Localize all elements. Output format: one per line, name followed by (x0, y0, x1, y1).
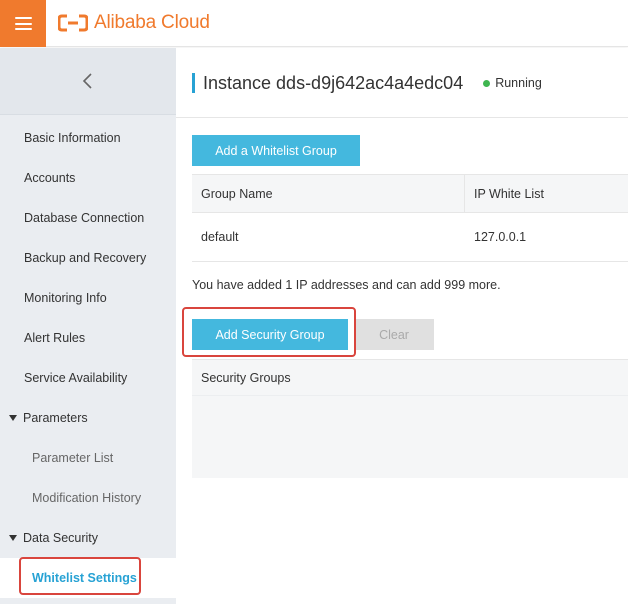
status-indicator: Running (483, 76, 542, 90)
sidebar-item-monitoring-info[interactable]: Monitoring Info (0, 278, 176, 318)
add-security-group-button[interactable]: Add Security Group (192, 319, 348, 350)
ip-white-list-cell: 127.0.0.1 (474, 230, 527, 244)
column-header-group-name: Group Name (201, 186, 273, 201)
whitelist-table: Group Name IP White List default 127.0.0… (192, 174, 628, 262)
add-whitelist-group-button[interactable]: Add a Whitelist Group (192, 135, 360, 166)
security-groups-panel: Security Groups (192, 359, 628, 478)
title-accent-bar (192, 73, 195, 93)
page-header: Instance dds-d9j642ac4a4edc04 Running (192, 72, 542, 94)
caret-down-icon (9, 535, 17, 541)
sidebar-group-data-security[interactable]: Data Security (0, 518, 176, 558)
caret-down-icon (9, 415, 17, 421)
page-title: Instance dds-d9j642ac4a4edc04 (203, 72, 464, 93)
status-text: Running (495, 76, 542, 90)
sidebar-item-parameter-list[interactable]: Parameter List (0, 438, 176, 478)
sidebar-item-basic-information[interactable]: Basic Information (0, 118, 176, 158)
header-divider (176, 117, 628, 118)
table-row: default 127.0.0.1 (192, 213, 628, 262)
sidebar-group-parameters[interactable]: Parameters (0, 398, 176, 438)
ip-quota-info: You have added 1 IP addresses and can ad… (192, 278, 501, 292)
sidebar-item-database-connection[interactable]: Database Connection (0, 198, 176, 238)
hamburger-icon[interactable] (0, 0, 46, 47)
alibaba-cloud-logo-icon (58, 14, 88, 32)
sidebar-item-alert-rules[interactable]: Alert Rules (0, 318, 176, 358)
sidebar-item-service-availability[interactable]: Service Availability (0, 358, 176, 398)
sidebar-item-accounts[interactable]: Accounts (0, 158, 176, 198)
back-button[interactable] (0, 48, 176, 115)
status-dot-icon (483, 79, 491, 87)
top-bar: Alibaba Cloud (0, 0, 628, 47)
group-name-cell: default (201, 230, 239, 244)
brand-logo[interactable]: Alibaba Cloud (58, 10, 210, 36)
sidebar: Basic Information Accounts Database Conn… (0, 48, 176, 604)
sidebar-item-modification-history[interactable]: Modification History (0, 478, 176, 518)
security-groups-header: Security Groups (192, 360, 628, 396)
brand-name: Alibaba Cloud (94, 12, 210, 33)
chevron-left-icon (82, 73, 92, 89)
table-header: Group Name IP White List (192, 175, 628, 213)
sidebar-item-whitelist-settings[interactable]: Whitelist Settings (0, 558, 176, 598)
column-header-ip-white-list: IP White List (464, 175, 628, 212)
clear-button[interactable]: Clear (354, 319, 434, 350)
main-content: Instance dds-d9j642ac4a4edc04 Running Ad… (176, 48, 628, 604)
sidebar-item-backup-and-recovery[interactable]: Backup and Recovery (0, 238, 176, 278)
